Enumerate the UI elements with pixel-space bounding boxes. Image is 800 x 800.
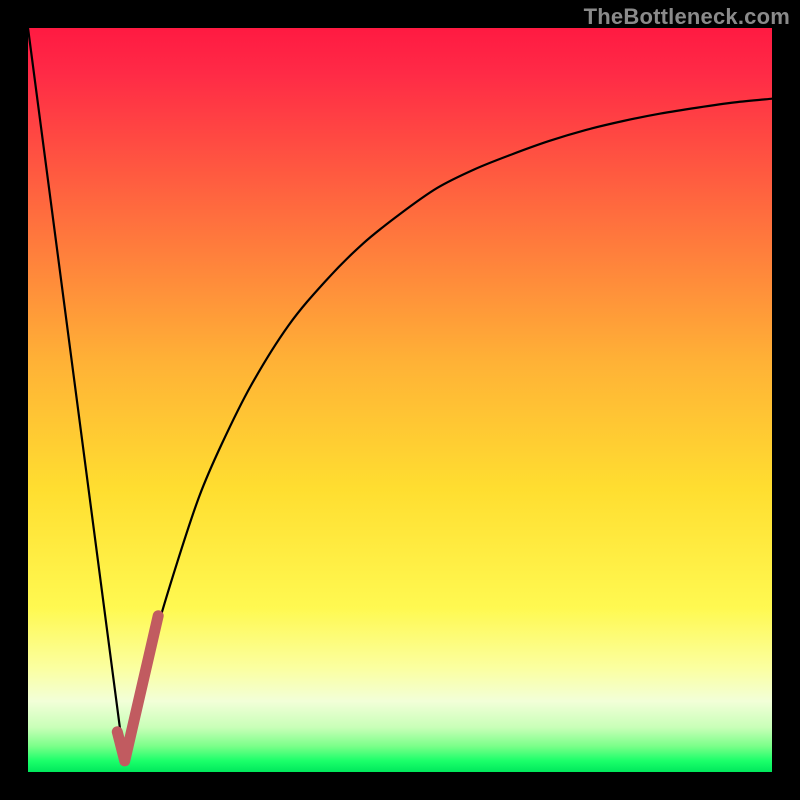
left-line-path <box>28 28 125 765</box>
curves-layer <box>28 28 772 772</box>
right-curve-path <box>125 99 772 765</box>
plot-area <box>28 28 772 772</box>
watermark-text: TheBottleneck.com <box>584 4 790 30</box>
pink-tick-path <box>117 616 158 761</box>
chart-frame: TheBottleneck.com <box>0 0 800 800</box>
